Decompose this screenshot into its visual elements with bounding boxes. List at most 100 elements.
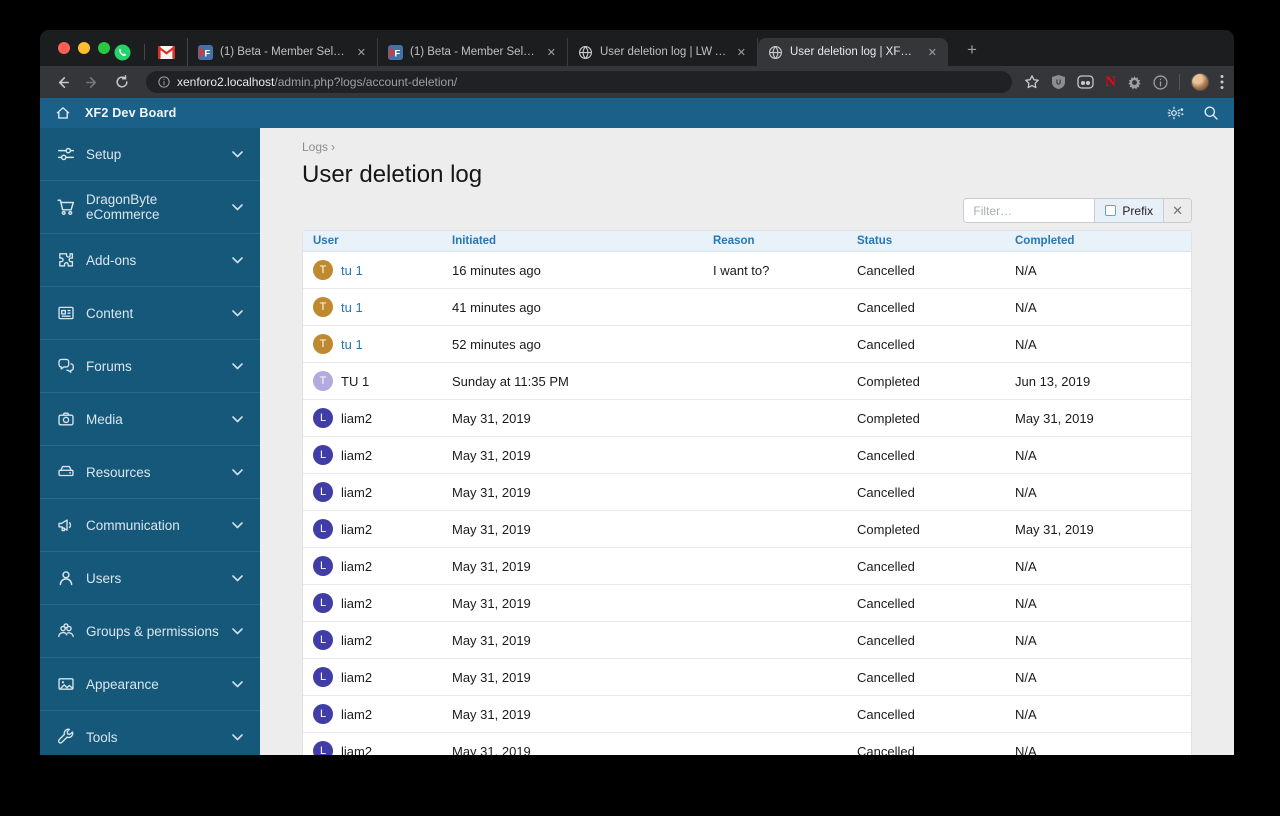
column-header[interactable]: Status <box>857 235 1015 247</box>
column-header[interactable]: Initiated <box>452 235 713 247</box>
user-avatar[interactable]: L <box>313 556 333 576</box>
browser-tab[interactable]: F (1) Beta - Member Self Delete ✕ <box>188 38 378 66</box>
search-icon[interactable] <box>1203 105 1219 121</box>
url-text: xenforo2.localhost/admin.php?logs/accoun… <box>177 75 457 89</box>
tab-close-icon[interactable]: ✕ <box>925 44 940 61</box>
username[interactable]: liam2 <box>341 411 372 426</box>
sidebar-item[interactable]: Setup <box>40 128 260 181</box>
xenforo-favicon: F <box>388 44 403 60</box>
page-title: User deletion log <box>302 161 483 188</box>
filter-clear-button[interactable]: ✕ <box>1163 199 1191 222</box>
sidebar-item[interactable]: Add-ons <box>40 234 260 287</box>
users-icon <box>57 622 75 640</box>
user-avatar[interactable]: L <box>313 482 333 502</box>
user-avatar[interactable]: L <box>313 741 333 755</box>
username[interactable]: liam2 <box>341 744 372 756</box>
sidebar-item[interactable]: Tools <box>40 711 260 755</box>
netflix-extension-icon[interactable]: N <box>1105 74 1116 91</box>
sidebar-item[interactable]: Appearance <box>40 658 260 711</box>
tab-close-icon[interactable]: ✕ <box>354 44 369 61</box>
sidebar-item[interactable]: Content <box>40 287 260 340</box>
username[interactable]: TU 1 <box>341 374 369 389</box>
info-extension-icon[interactable] <box>1153 74 1168 90</box>
star-icon[interactable] <box>1024 74 1040 90</box>
initiated-cell: 41 minutes ago <box>452 299 541 315</box>
completed-cell: N/A <box>1015 743 1037 756</box>
glasses-extension-icon[interactable] <box>1077 75 1094 89</box>
gear-extension-icon[interactable] <box>1127 75 1142 90</box>
sidebar-item[interactable]: Communication <box>40 499 260 552</box>
new-tab-button[interactable]: + <box>960 39 984 60</box>
user-avatar[interactable]: T <box>313 297 333 317</box>
page-info-icon[interactable] <box>158 76 170 88</box>
username[interactable]: liam2 <box>341 707 372 722</box>
user-avatar[interactable]: T <box>313 334 333 354</box>
tab-close-icon[interactable]: ✕ <box>734 44 749 61</box>
deletion-log-table: User Initiated Reason Status Completed T tu … <box>302 230 1192 755</box>
gear-icon[interactable] <box>1167 105 1185 121</box>
reload-button[interactable] <box>110 70 134 94</box>
user-avatar[interactable]: T <box>313 260 333 280</box>
admin-main: Setup DragonByte eCommerce Add-ons Conte… <box>40 128 1234 755</box>
username[interactable]: liam2 <box>341 633 372 648</box>
prefix-toggle[interactable]: Prefix <box>1094 199 1164 222</box>
browser-tab[interactable]: F (1) Beta - Member Self Delete ✕ <box>378 38 568 66</box>
user-avatar[interactable]: L <box>313 519 333 539</box>
xenforo-favicon: F <box>198 44 213 60</box>
completed-cell: N/A <box>1015 558 1037 574</box>
sidebar-item[interactable]: Media <box>40 393 260 446</box>
kebab-menu-icon[interactable] <box>1220 74 1224 90</box>
username[interactable]: tu 1 <box>341 337 363 352</box>
username[interactable]: liam2 <box>341 522 372 537</box>
username[interactable]: tu 1 <box>341 300 363 315</box>
whatsapp-icon[interactable] <box>114 44 131 61</box>
filter-input[interactable] <box>964 199 1095 222</box>
address-bar[interactable]: xenforo2.localhost/admin.php?logs/accoun… <box>146 71 1013 93</box>
sidebar-item[interactable]: Resources <box>40 446 260 499</box>
column-header[interactable]: User <box>313 235 452 247</box>
user-icon <box>57 569 75 587</box>
wrench-icon <box>57 728 75 746</box>
tab-title: User deletion log | XF2 Dev Bo <box>790 46 918 58</box>
column-header[interactable]: Reason <box>713 235 857 247</box>
chevron-down-icon <box>232 362 243 370</box>
sliders-icon <box>57 145 75 163</box>
sidebar-item[interactable]: DragonByte eCommerce <box>40 181 260 234</box>
table-row: L liam2 May 31, 2019 Completed May 31, 2… <box>303 400 1191 437</box>
username[interactable]: liam2 <box>341 596 372 611</box>
back-button[interactable] <box>50 70 74 94</box>
gmail-icon[interactable] <box>158 45 175 59</box>
user-avatar[interactable]: L <box>313 630 333 650</box>
username[interactable]: liam2 <box>341 448 372 463</box>
sidebar-item[interactable]: Users <box>40 552 260 605</box>
initiated-cell: May 31, 2019 <box>452 706 531 722</box>
username[interactable]: liam2 <box>341 559 372 574</box>
browser-tab[interactable]: F User deletion log | LW Addons ✕ <box>568 38 758 66</box>
user-avatar[interactable]: L <box>313 408 333 428</box>
browser-tab[interactable]: F User deletion log | XF2 Dev Bo ✕ <box>758 38 948 66</box>
initiated-cell: May 31, 2019 <box>452 558 531 574</box>
prefix-checkbox[interactable] <box>1105 205 1117 216</box>
breadcrumb-link[interactable]: Logs <box>302 140 328 154</box>
profile-avatar[interactable] <box>1191 73 1209 91</box>
board-title[interactable]: XF2 Dev Board <box>85 106 177 120</box>
column-header[interactable]: Completed <box>1015 235 1191 247</box>
minimize-button[interactable] <box>78 42 90 54</box>
user-avatar[interactable]: L <box>313 704 333 724</box>
close-button[interactable] <box>58 42 70 54</box>
sidebar-item[interactable]: Groups & permissions <box>40 605 260 658</box>
user-avatar[interactable]: T <box>313 371 333 391</box>
shield-extension-icon[interactable]: U <box>1051 74 1066 90</box>
zoom-button[interactable] <box>98 42 110 54</box>
forward-button[interactable] <box>80 70 104 94</box>
username[interactable]: tu 1 <box>341 263 363 278</box>
tab-close-icon[interactable]: ✕ <box>544 44 559 61</box>
drive-icon <box>57 463 75 481</box>
username[interactable]: liam2 <box>341 485 372 500</box>
user-avatar[interactable]: L <box>313 445 333 465</box>
home-icon[interactable] <box>55 105 71 121</box>
user-avatar[interactable]: L <box>313 667 333 687</box>
sidebar-item[interactable]: Forums <box>40 340 260 393</box>
username[interactable]: liam2 <box>341 670 372 685</box>
user-avatar[interactable]: L <box>313 593 333 613</box>
